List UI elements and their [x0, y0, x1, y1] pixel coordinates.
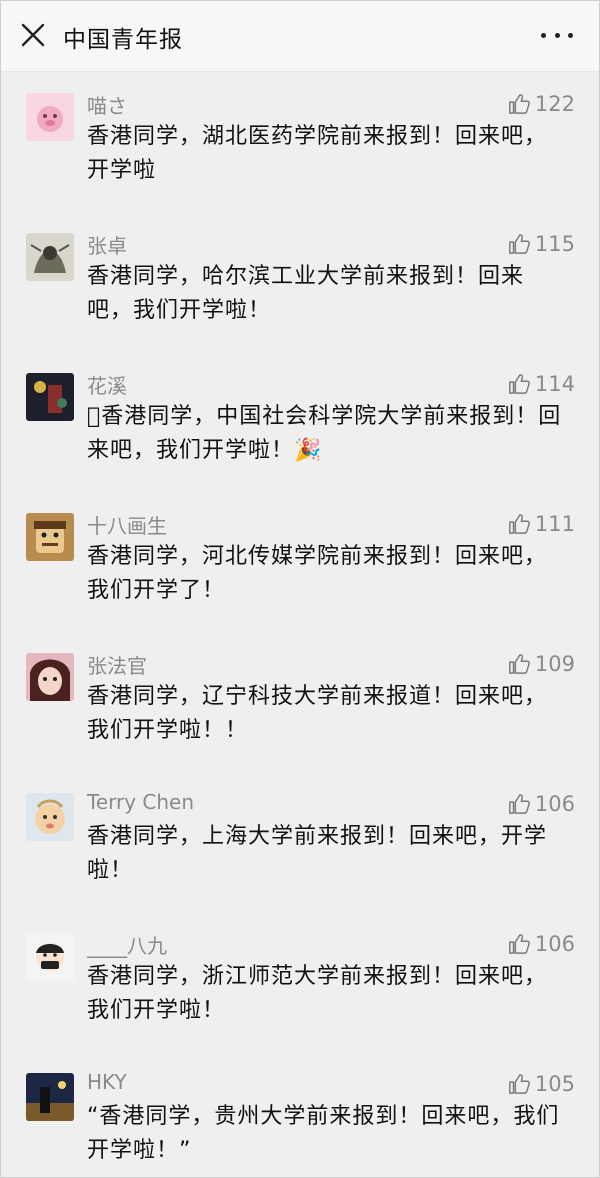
comment-text: 香港同学，上海大学前来报到！回来吧，开学啦！ — [87, 824, 548, 883]
comment-author[interactable]: ____八九 — [87, 930, 167, 959]
comment-author[interactable]: 花溪 — [87, 370, 127, 399]
thumbs-up-icon — [509, 654, 530, 674]
avatar[interactable] — [26, 513, 74, 561]
like-button[interactable]: 106 — [508, 930, 575, 958]
avatar[interactable] — [26, 933, 74, 981]
like-count: 109 — [534, 652, 575, 676]
comment-item: 喵さ 122 香港同学，湖北医药学院前来报到！回来吧，开学啦 — [1, 72, 599, 212]
comment-text: 香港同学，辽宁科技大学前来报道！回来吧，我们开学啦！！ — [87, 684, 548, 743]
more-icon[interactable] — [541, 23, 573, 47]
comment-item: ____八九 106 香港同学，浙江师范大学前来报到！回来吧，我们开学啦！ — [1, 912, 599, 1052]
comment-text: 香港同学，河北传媒学院前来报到！回来吧，我们开学了！ — [87, 544, 548, 603]
avatar[interactable] — [26, 233, 74, 281]
comment-author[interactable]: Terry Chen — [87, 790, 194, 814]
comment-author[interactable]: HKY — [87, 1070, 127, 1094]
like-button[interactable]: 106 — [508, 790, 575, 818]
like-count: 105 — [534, 1072, 575, 1096]
thumbs-up-icon — [509, 1074, 530, 1094]
top-bar: 中国青年报 — [1, 1, 599, 72]
thumbs-up-icon — [509, 234, 530, 254]
comment-text: 香港同学，湖北医药学院前来报到！回来吧，开学啦 — [87, 124, 548, 183]
comment-item: HKY 105 “香港同学，贵州大学前来报到！回来吧，我们开学啦！” — [1, 1052, 599, 1177]
comment-item: 花溪 114 􀀁香港同学，中国社会科学院大学前来报到！回来吧，我们开学啦！🎉 — [1, 352, 599, 492]
avatar[interactable] — [26, 93, 74, 141]
comment-text: 香港同学，浙江师范大学前来报到！回来吧，我们开学啦！ — [87, 964, 548, 1023]
comment-author[interactable]: 张法官 — [87, 650, 147, 679]
like-button[interactable]: 115 — [508, 230, 575, 258]
like-count: 122 — [534, 92, 575, 116]
comment-item: Terry Chen 106 香港同学，上海大学前来报到！回来吧，开学啦！ — [1, 772, 599, 912]
comment-text-body: 􀀁香港同学，中国社会科学院大学前来报到！回来吧，我们开学啦！ — [87, 404, 562, 463]
thumbs-up-icon — [509, 934, 530, 954]
thumbs-up-icon — [509, 94, 530, 114]
like-count: 111 — [534, 512, 575, 536]
party-popper-icon: 🎉 — [294, 438, 323, 463]
like-count: 106 — [534, 792, 575, 816]
like-button[interactable]: 105 — [508, 1070, 575, 1098]
comment-item: 十八画生 111 香港同学，河北传媒学院前来报到！回来吧，我们开学了！ — [1, 492, 599, 632]
like-button[interactable]: 122 — [508, 90, 575, 118]
like-button[interactable]: 111 — [508, 510, 575, 538]
avatar[interactable] — [26, 793, 74, 841]
comment-text: “香港同学，贵州大学前来报到！回来吧，我们开学啦！” — [87, 1104, 560, 1163]
comment-text: 香港同学，哈尔滨工业大学前来报到！回来吧，我们开学啦！ — [87, 264, 525, 323]
comment-author[interactable]: 张卓 — [87, 230, 127, 259]
comment-author[interactable]: 十八画生 — [87, 510, 167, 539]
like-count: 115 — [534, 232, 575, 256]
avatar[interactable] — [26, 373, 74, 421]
thumbs-up-icon — [509, 794, 530, 814]
thumbs-up-icon — [509, 514, 530, 534]
app-frame: 中国青年报 喵さ 122 香港同学，湖北医药学院前来报到！回来吧，开学啦 张卓 … — [0, 0, 600, 1178]
avatar[interactable] — [26, 1073, 74, 1121]
close-icon[interactable] — [19, 21, 47, 49]
like-button[interactable]: 114 — [508, 370, 575, 398]
comment-author[interactable]: 喵さ — [87, 90, 127, 119]
like-count: 114 — [534, 372, 575, 396]
comment-item: 张卓 115 香港同学，哈尔滨工业大学前来报到！回来吧，我们开学啦！ — [1, 212, 599, 352]
comment-item: 张法官 109 香港同学，辽宁科技大学前来报道！回来吧，我们开学啦！！ — [1, 632, 599, 772]
avatar[interactable] — [26, 653, 74, 701]
like-count: 106 — [534, 932, 575, 956]
thumbs-up-icon — [509, 374, 530, 394]
page-title: 中国青年报 — [63, 27, 183, 53]
comment-text: 􀀁香港同学，中国社会科学院大学前来报到！回来吧，我们开学啦！🎉 — [87, 400, 567, 468]
like-button[interactable]: 109 — [508, 650, 575, 678]
